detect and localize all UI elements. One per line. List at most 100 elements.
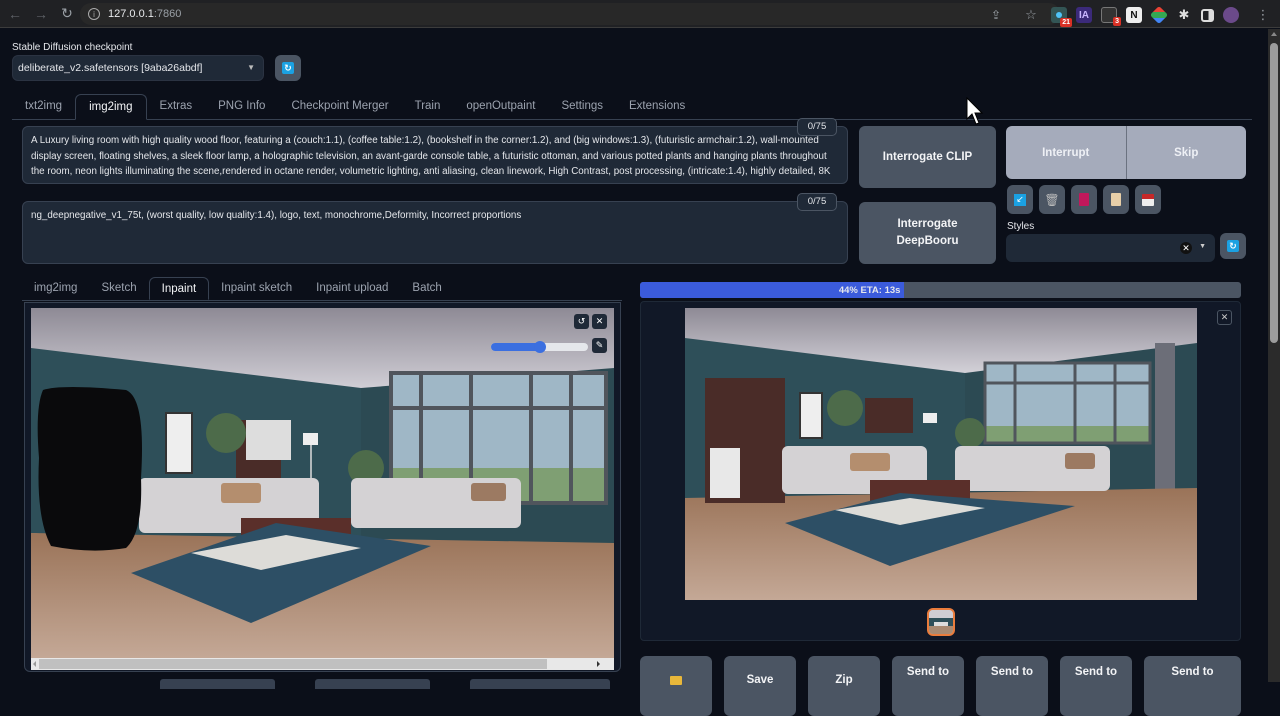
output-gallery: ✕ (640, 301, 1241, 641)
color-picker-extension-icon[interactable] (1149, 5, 1169, 25)
generated-living-room-image (685, 308, 1197, 600)
extension-badge-1: 21 (1060, 18, 1072, 27)
negative-prompt-input[interactable]: ng_deepnegative_v1_75t, (worst quality, … (22, 193, 848, 264)
read-generation-params-button[interactable]: ↙ (1007, 185, 1033, 214)
send-to-label: Send to (906, 666, 950, 678)
interrogate-deepbooru-button[interactable]: Interrogate DeepBooru (859, 202, 996, 264)
img2img-mode-tabs: img2img Sketch Inpaint Inpaint sketch In… (22, 277, 622, 301)
subtab-batch[interactable]: Batch (400, 277, 453, 300)
skip-button[interactable]: Skip (1125, 126, 1246, 179)
refresh-icon: ↻ (1227, 240, 1239, 252)
output-image[interactable] (685, 308, 1197, 600)
profile-avatar[interactable] (1223, 7, 1239, 23)
open-folder-button[interactable] (640, 656, 712, 716)
save-label: Save (746, 674, 774, 686)
tab-txt2img[interactable]: txt2img (12, 94, 75, 120)
subtab-inpaint[interactable]: Inpaint (148, 277, 210, 300)
site-info-icon[interactable]: i (88, 8, 100, 20)
mouse-cursor-icon (966, 97, 984, 125)
subtab-inpaint-sketch[interactable]: Inpaint sketch (209, 277, 304, 300)
scroll-left-arrow[interactable] (33, 661, 36, 667)
send-to-extras-button[interactable]: Send to (1060, 656, 1132, 716)
styles-dropdown[interactable]: ✕ ▼ (1006, 234, 1215, 262)
send-to-label: Send to (1171, 666, 1214, 678)
close-icon[interactable]: ✕ (592, 314, 607, 329)
side-panel-icon[interactable] (1201, 8, 1214, 22)
scroll-up-arrow[interactable] (1271, 32, 1277, 36)
negative-token-counter: 0/75 (797, 193, 837, 211)
inpaint-canvas[interactable]: ↺ ✕ ✎ (31, 308, 614, 658)
interrogate-deepbooru-line1: Interrogate (897, 218, 958, 230)
clear-icon[interactable]: ✕ (1180, 242, 1192, 254)
subtab-sketch[interactable]: Sketch (89, 277, 148, 300)
brush-slider-knob[interactable] (533, 341, 546, 353)
prompt-token-counter: 0/75 (797, 118, 837, 136)
tab-openoutpaint[interactable]: openOutpaint (453, 94, 548, 120)
show-extra-networks-button[interactable] (1071, 185, 1097, 214)
gallery-thumbnail[interactable] (927, 608, 955, 636)
subtab-inpaint-upload[interactable]: Inpaint upload (304, 277, 400, 300)
reload-button[interactable]: ↻ (56, 3, 78, 25)
apply-style-button[interactable] (1103, 185, 1129, 214)
interrogate-clip-button[interactable]: Interrogate CLIP (859, 126, 996, 188)
interrupt-skip-group: Interrupt Skip (1006, 126, 1246, 179)
subtab-img2img[interactable]: img2img (22, 277, 89, 300)
refresh-styles-button[interactable]: ↻ (1220, 233, 1246, 259)
checkpoint-dropdown[interactable]: deliberate_v2.safetensors [9aba26abdf] ▼ (12, 55, 264, 81)
chevron-down-icon: ▼ (1199, 243, 1206, 250)
prompt-input[interactable]: A Luxury living room with high quality w… (22, 118, 848, 184)
scrollbar-thumb[interactable] (39, 659, 547, 669)
prompt-tools: ↙ 🗑 (1007, 185, 1161, 214)
clear-prompt-button[interactable]: 🗑 (1039, 185, 1065, 214)
back-button[interactable]: ← (4, 3, 26, 25)
save-style-button[interactable] (1135, 185, 1161, 214)
refresh-checkpoint-button[interactable]: ↻ (275, 55, 301, 81)
bookmark-star-icon[interactable]: ☆ (1020, 4, 1042, 26)
send-to-inpaint-button[interactable]: Send to (976, 656, 1048, 716)
tab-extras[interactable]: Extras (147, 94, 206, 120)
forward-button[interactable]: → (30, 3, 52, 25)
living-room-image (31, 308, 614, 658)
page-scrollbar[interactable] (1268, 29, 1280, 682)
hidden-control-3 (470, 679, 610, 689)
zip-label: Zip (835, 674, 853, 686)
share-icon[interactable]: ⇪ (985, 4, 1007, 26)
tab-train[interactable]: Train (402, 94, 454, 120)
browser-toolbar: ← → ↻ i 127.0.0.1:7860 ⇪ ☆ 21 IA 3 N ✱ ⋮ (0, 0, 1280, 28)
send-to-label: Send to (990, 666, 1034, 678)
notion-icon[interactable]: N (1126, 7, 1142, 23)
negative-prompt-text: ng_deepnegative_v1_75t, (worst quality, … (31, 210, 522, 221)
interrupt-button[interactable]: Interrupt (1006, 126, 1126, 179)
hidden-control-1 (160, 679, 275, 689)
save-button[interactable]: Save (724, 656, 796, 716)
brush-slider-fill (491, 343, 540, 351)
output-actions: Save Zip Send to Send to Send to Send to (640, 656, 1241, 716)
extension-icon-3[interactable]: 3 (1101, 7, 1121, 26)
webui-page: Stable Diffusion checkpoint deliberate_v… (0, 29, 1268, 716)
close-gallery-icon[interactable]: ✕ (1217, 310, 1232, 325)
interrogate-deepbooru-line2: DeepBooru (896, 235, 959, 247)
tab-checkpoint-merger[interactable]: Checkpoint Merger (278, 94, 401, 120)
styles-label: Styles (1007, 221, 1035, 232)
tab-settings[interactable]: Settings (548, 94, 616, 120)
brush-size-slider[interactable] (491, 341, 588, 353)
address-bar[interactable]: i 127.0.0.1:7860 (80, 3, 1060, 25)
ia-extension-icon[interactable]: IA (1076, 7, 1092, 23)
tab-extensions[interactable]: Extensions (616, 94, 698, 120)
brush-icon[interactable]: ✎ (592, 338, 607, 353)
extension-icon-1[interactable]: 21 (1051, 7, 1072, 27)
canvas-horizontal-scrollbar[interactable] (31, 658, 614, 670)
zip-button[interactable]: Zip (808, 656, 880, 716)
scroll-right-arrow[interactable] (597, 661, 600, 667)
hidden-control-2 (315, 679, 430, 689)
send-to-img2img-button[interactable]: Send to (892, 656, 964, 716)
chrome-menu-icon[interactable]: ⋮ (1252, 4, 1274, 26)
send-to-openoutpaint-button[interactable]: Send to (1144, 656, 1241, 716)
tab-img2img[interactable]: img2img (75, 94, 147, 120)
page-scrollbar-thumb[interactable] (1270, 43, 1278, 343)
extension-badge-3: 3 (1113, 17, 1121, 26)
extensions-puzzle-icon[interactable]: ✱ (1176, 7, 1192, 23)
tab-png-info[interactable]: PNG Info (205, 94, 278, 120)
folder-icon (670, 676, 682, 685)
undo-icon[interactable]: ↺ (574, 314, 589, 329)
